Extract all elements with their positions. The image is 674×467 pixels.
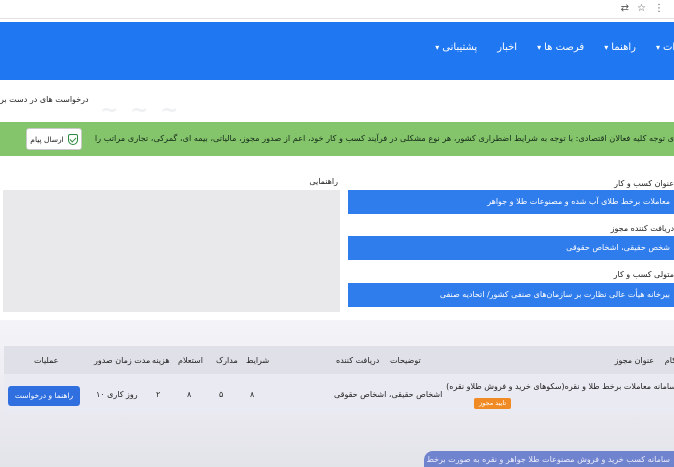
col-documents: مدارک <box>216 356 238 365</box>
col-conditions: شرایط <box>246 356 270 365</box>
nav-item-label: راهنما <box>611 42 636 53</box>
license-recipient-label: دریافت کننده مجوز <box>610 224 674 233</box>
chevron-down-icon: ▾ <box>537 43 542 52</box>
shield-check-icon <box>67 133 78 145</box>
business-authority-label: متولی کسب و کار <box>613 270 674 279</box>
guide-and-apply-button[interactable]: راهنما و درخواست <box>8 386 80 406</box>
nav-item-label: رات <box>662 42 674 53</box>
business-title-label: عنوان کسب و کار <box>614 179 674 188</box>
col-inquiry: استعلام <box>178 356 203 365</box>
guide-panel <box>3 190 340 312</box>
chevron-down-icon: ▾ <box>655 43 660 52</box>
nav-item-opportunities[interactable]: فرصت ها ▾ <box>537 42 584 53</box>
col-row: کام <box>664 356 674 365</box>
col-recipient: دریافت کننده <box>336 356 380 365</box>
license-cost: ۲ <box>156 390 161 399</box>
browser-toolbar: ⇄ ☆ ⋮ <box>0 0 674 22</box>
notice-text: ی توجه کلیه فعالان اقتصادی: با توجه به ش… <box>94 133 674 143</box>
ghost-logo-mark: ~ ~ ~ <box>100 97 181 123</box>
table-header: کام عنوان مجوز توضیحات دریافت کننده شرای… <box>4 346 674 374</box>
browser-divider <box>0 18 674 19</box>
license-duration: ۱۰ روز کاری <box>96 390 138 399</box>
business-authority-value: بیرخانه هیأت عالی نظارت بر سازمان‌های صن… <box>348 283 674 307</box>
col-title: عنوان مجوز <box>614 356 654 365</box>
table-row: سامانه معاملات برخط طلا و نقره(سکوهای خر… <box>4 374 674 414</box>
translate-icon[interactable]: ⇄ <box>621 3 629 15</box>
send-message-label: ارسال پیام <box>30 134 64 144</box>
next-item-preview: سامانه کسب خرید و فروش مصنوعات طلا جواهر… <box>424 451 674 467</box>
send-message-button[interactable]: ارسال پیام <box>26 128 82 150</box>
chevron-down-icon: ▾ <box>604 43 609 52</box>
nav-item-guide[interactable]: راهنما ▾ <box>604 42 636 53</box>
col-description: توضیحات <box>390 356 421 365</box>
nav-item-support[interactable]: پشتیبانی ▾ <box>435 42 477 53</box>
license-conditions: ۸ <box>250 390 255 399</box>
status-badge: تایید مجوز <box>474 398 512 409</box>
license-inquiry: ۸ <box>187 390 192 399</box>
business-title-value: معاملات برخط طلای آب شده و مصنوعات طلا و… <box>348 190 674 214</box>
license-recipient-value: شخص حقیقی، اشخاص حقوقی <box>348 236 674 260</box>
license-documents: ۵ <box>219 390 224 399</box>
chevron-down-icon: ▾ <box>435 43 440 52</box>
nav-item-label: فرصت ها <box>544 42 585 53</box>
star-icon[interactable]: ☆ <box>637 3 646 15</box>
site-header: رات ▾ راهنما ▾ فرصت ها ▾ اخبار پشتیبانی … <box>0 22 674 80</box>
col-duration: مدت زمان صدور <box>94 356 151 365</box>
breadcrumb[interactable]: درخواست های در دست بر <box>0 95 89 104</box>
nav-item-news[interactable]: اخبار <box>497 42 517 53</box>
main-nav: رات ▾ راهنما ▾ فرصت ها ▾ اخبار پشتیبانی … <box>435 42 674 53</box>
col-cost: هزینه <box>152 356 170 365</box>
notice-banner: ارسال پیام ی توجه کلیه فعالان اقتصادی: ب… <box>0 122 674 156</box>
col-actions: عملیات <box>34 356 59 365</box>
guide-heading: راهنمایی <box>309 177 338 186</box>
nav-item-label: اخبار <box>497 42 518 53</box>
nav-item-services[interactable]: رات ▾ <box>656 42 674 53</box>
nav-item-label: پشتیبانی <box>442 42 478 53</box>
browser-icons: ⇄ ☆ ⋮ <box>621 3 664 15</box>
license-title: سامانه معاملات برخط طلا و نقره(سکوهای خر… <box>446 382 674 391</box>
license-recipient: اشخاص حقیقی، اشخاص حقوقی <box>334 390 443 399</box>
menu-icon[interactable]: ⋮ <box>654 3 664 15</box>
